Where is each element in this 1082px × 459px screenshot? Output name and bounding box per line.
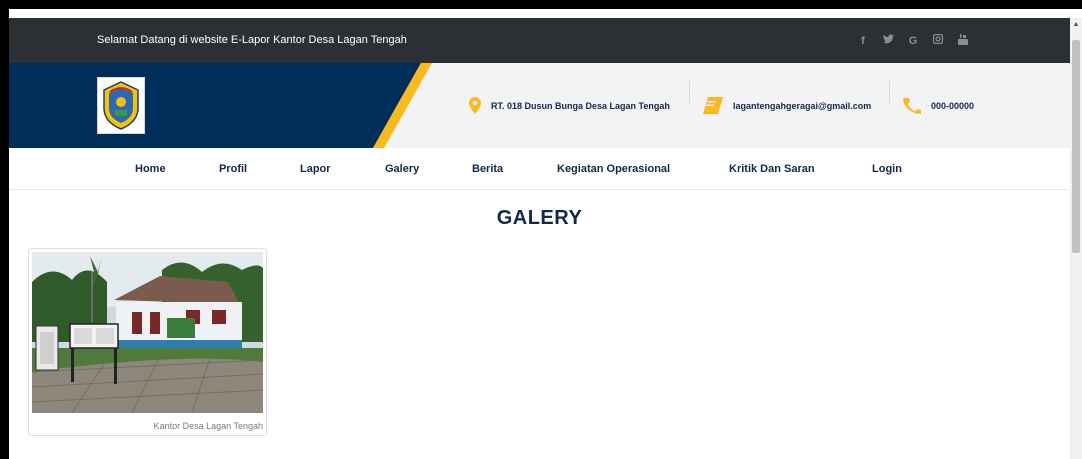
gallery-card[interactable]: Kantor Desa Lagan Tengah: [28, 248, 267, 436]
scroll-up-icon[interactable]: ▲: [1070, 18, 1082, 31]
nav-item-berita[interactable]: Berita: [472, 148, 503, 190]
main-nav: Home Profil Lapor Galery Berita Kegiatan…: [9, 148, 1070, 190]
scrollbar-thumb[interactable]: [1072, 40, 1080, 253]
google-icon[interactable]: G: [907, 35, 919, 47]
nav-item-kritik-dan-saran[interactable]: Kritik Dan Saran: [729, 148, 815, 190]
divider: [689, 81, 690, 103]
welcome-text: Selamat Datang di website E-Lapor Kantor…: [97, 34, 407, 46]
phone-icon: [903, 97, 921, 114]
facebook-icon[interactable]: f: [857, 35, 869, 47]
header-band: RT. 018 Dusun Bunga Desa Lagan Tengah la…: [9, 63, 1070, 148]
email-text[interactable]: lagantengahgeragai@gmail.com: [733, 101, 871, 111]
village-logo[interactable]: [97, 77, 145, 134]
book-icon: [703, 97, 723, 114]
top-bar: Selamat Datang di website E-Lapor Kantor…: [9, 18, 1070, 63]
browser-viewport: Selamat Datang di website E-Lapor Kantor…: [9, 9, 1082, 459]
nav-item-galery[interactable]: Galery: [385, 148, 419, 190]
nav-item-home[interactable]: Home: [135, 148, 166, 190]
twitter-icon[interactable]: [882, 34, 894, 47]
address-info: RT. 018 Dusun Bunga Desa Lagan Tengah: [469, 63, 670, 148]
youtube-icon[interactable]: [957, 33, 969, 48]
nav-item-profil[interactable]: Profil: [219, 148, 247, 190]
gallery-photo[interactable]: [32, 252, 263, 413]
scrollbar[interactable]: ▲: [1070, 18, 1082, 459]
page-title: GALERY: [496, 207, 583, 229]
nav-item-login[interactable]: Login: [872, 148, 902, 190]
social-links: f G: [857, 18, 969, 63]
map-pin-icon: [469, 97, 481, 114]
phone-info: 000-00000: [903, 63, 974, 148]
gallery-caption: Kantor Desa Lagan Tengah: [153, 421, 263, 431]
nav-item-lapor[interactable]: Lapor: [300, 148, 331, 190]
shield-logo-icon: [103, 81, 139, 130]
phone-text: 000-00000: [931, 100, 975, 111]
address-text: RT. 018 Dusun Bunga Desa Lagan Tengah: [491, 100, 670, 111]
nav-item-kegiatan-operasional[interactable]: Kegiatan Operasional: [557, 148, 670, 190]
instagram-icon[interactable]: [932, 33, 944, 47]
email-info: lagantengahgeragai@gmail.com: [703, 63, 871, 148]
divider: [889, 81, 890, 103]
